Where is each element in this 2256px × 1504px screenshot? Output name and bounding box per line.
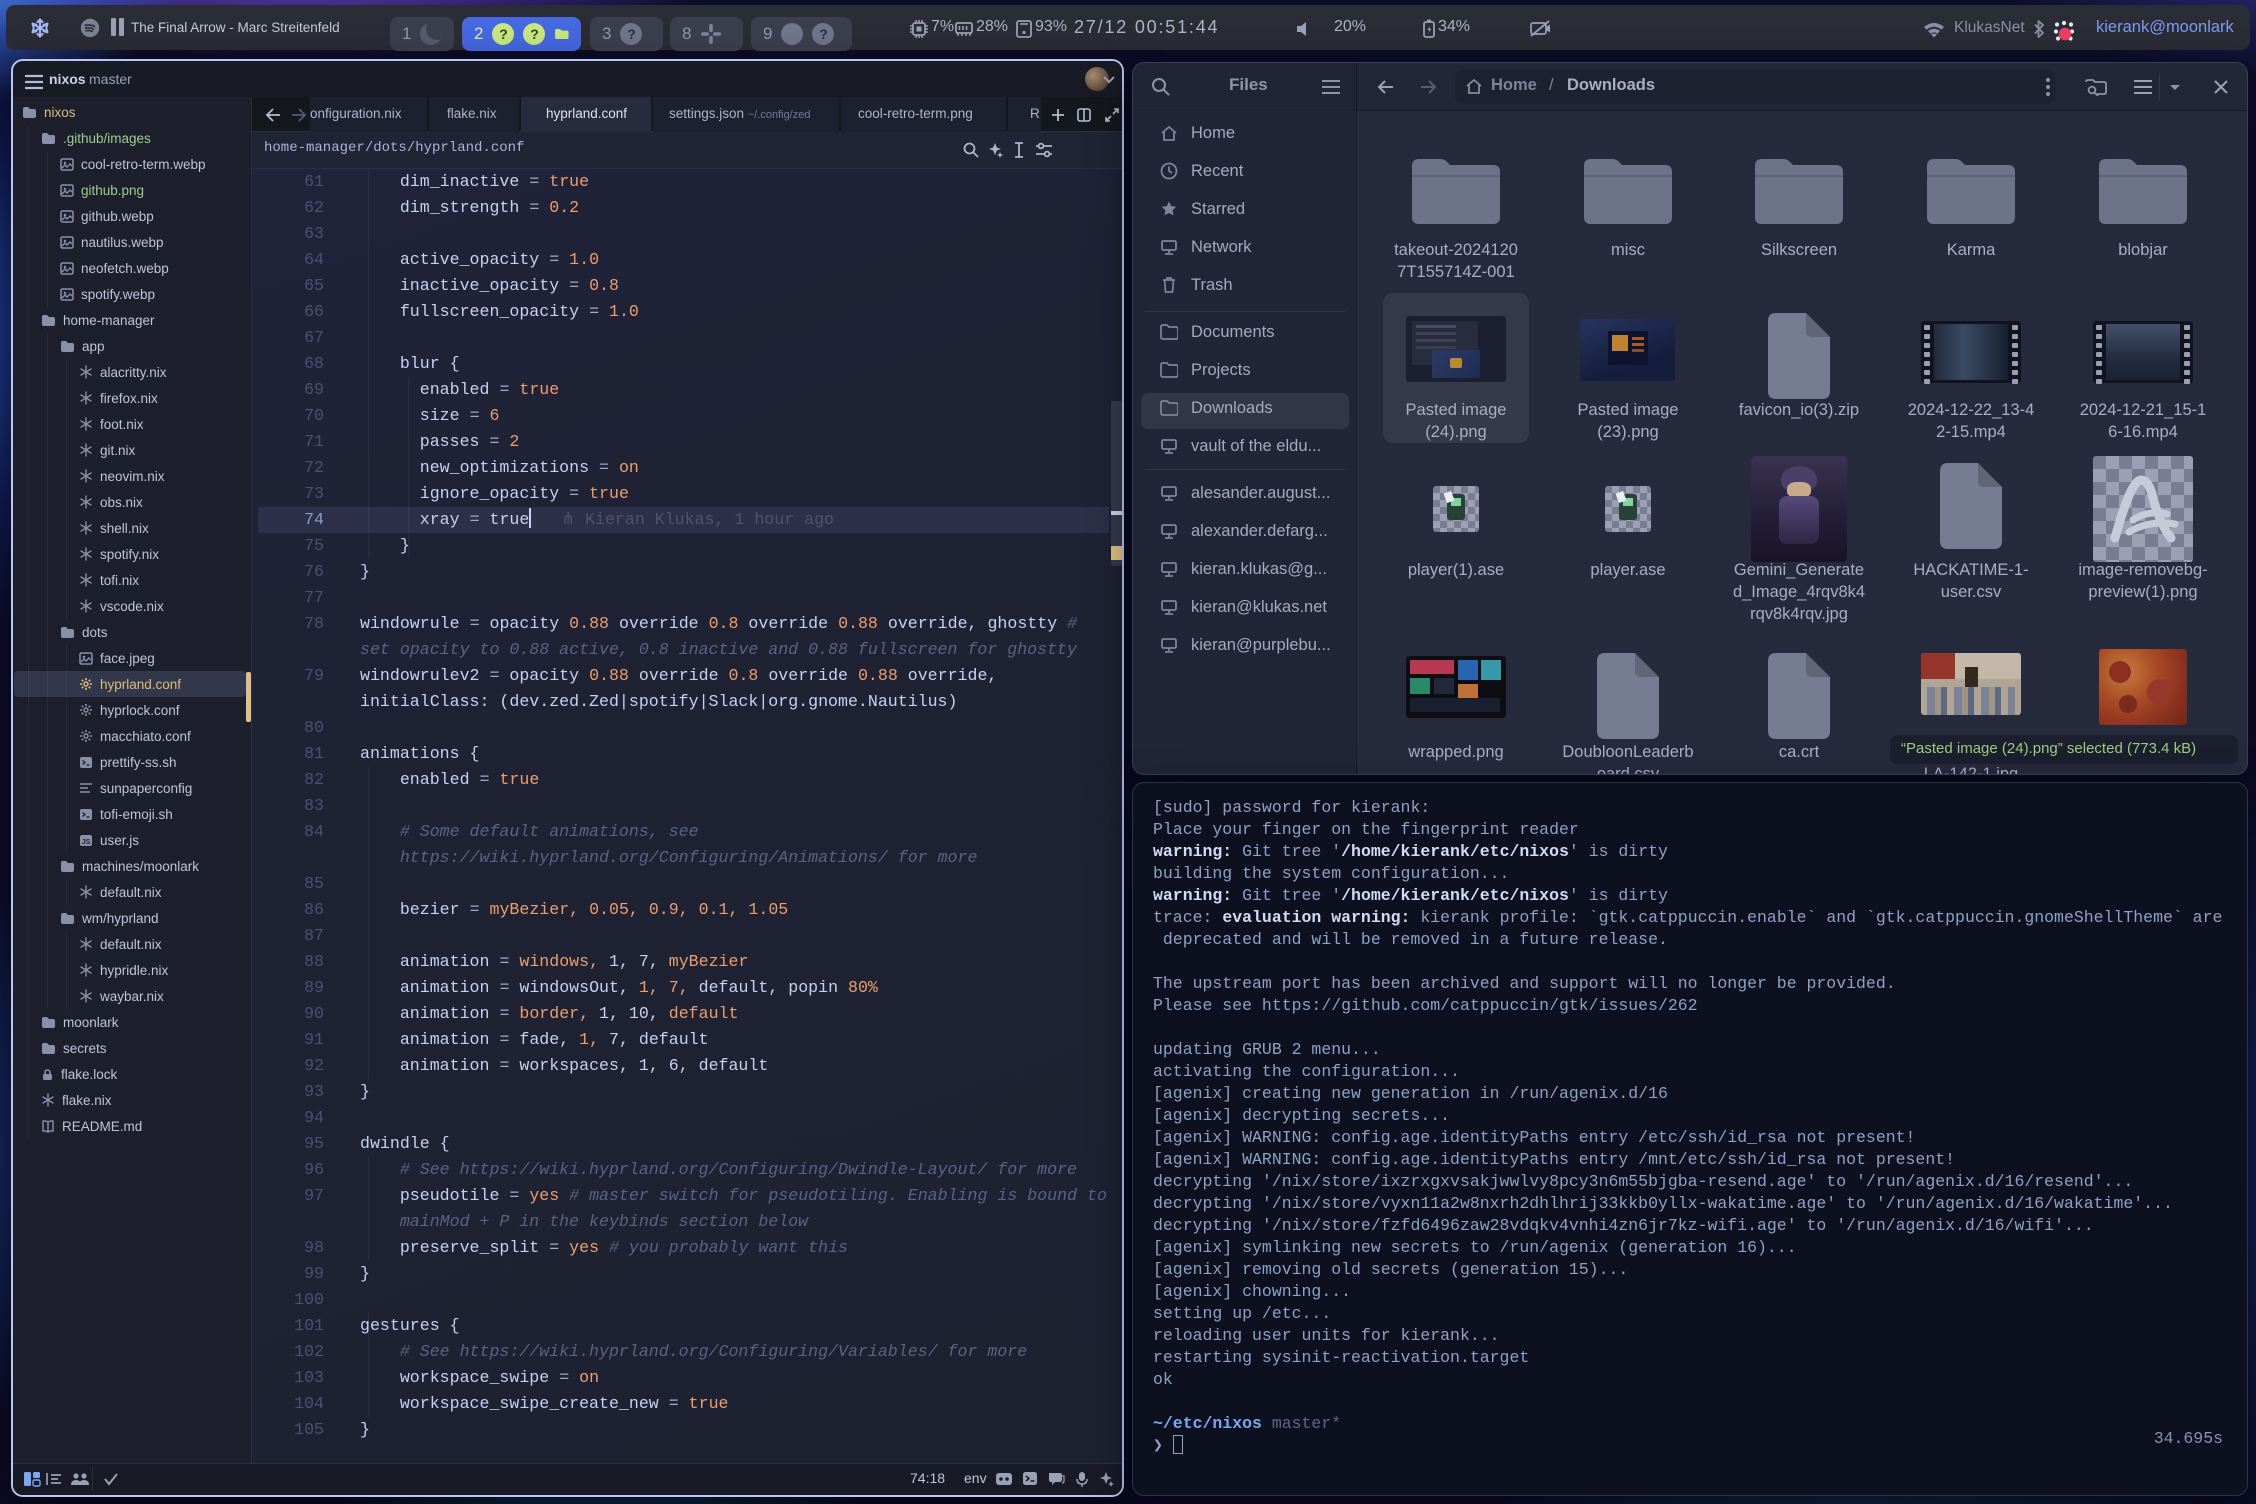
svg-text:JS: JS bbox=[82, 838, 91, 845]
